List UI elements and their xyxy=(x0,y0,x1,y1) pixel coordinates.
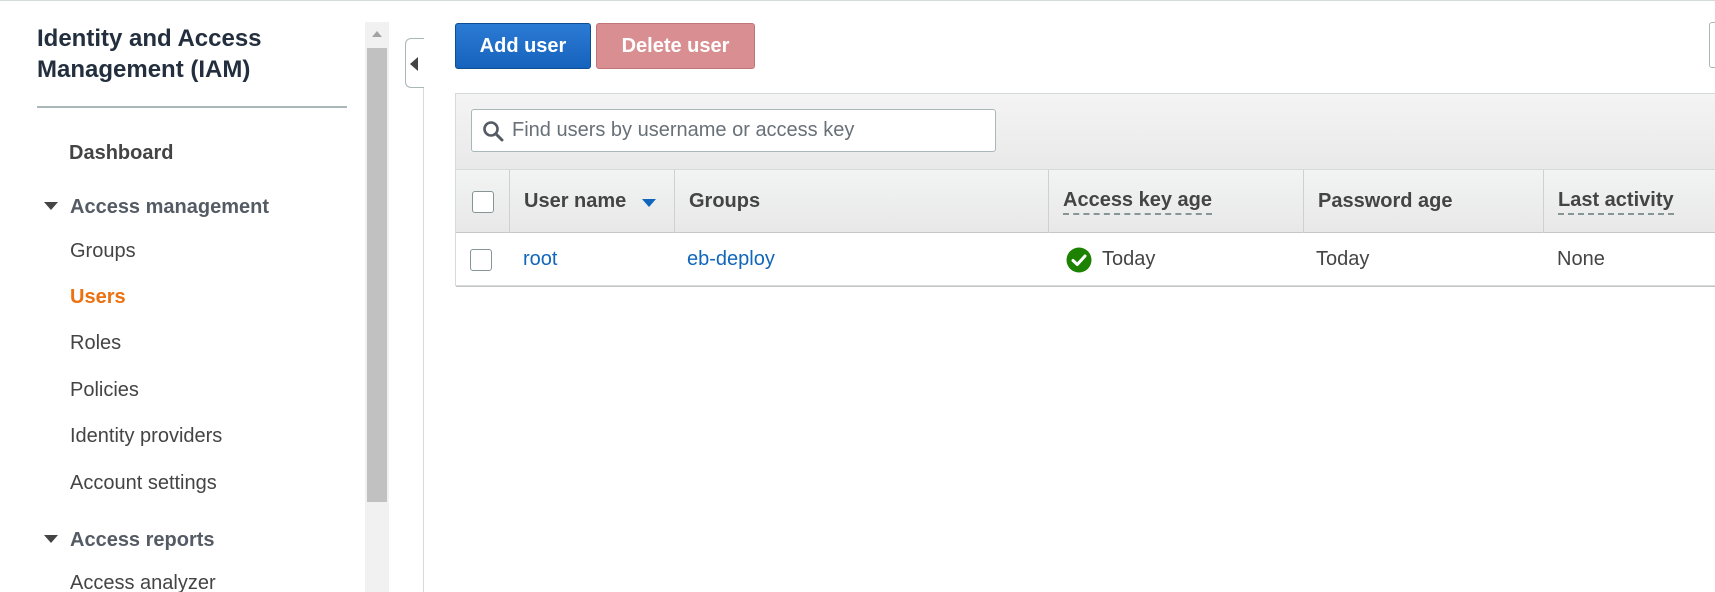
user-name-link[interactable]: root xyxy=(523,248,557,271)
search-icon xyxy=(483,120,504,141)
scroll-up-arrow-icon[interactable] xyxy=(365,22,389,46)
section-label: Access reports xyxy=(70,529,215,551)
service-title: Identity and Access Management (IAM) xyxy=(37,25,262,83)
column-label: Password age xyxy=(1318,190,1453,212)
sidebar-item-access-analyzer[interactable]: Access analyzer xyxy=(70,572,216,592)
access-key-age-value: Today xyxy=(1102,248,1156,270)
last-activity-cell: None xyxy=(1557,233,1605,286)
table-header: User name Groups Access key age Password… xyxy=(456,169,1715,233)
groups-cell: eb-deploy xyxy=(687,233,775,286)
sort-descending-icon xyxy=(642,198,657,207)
sidebar-item-groups[interactable]: Groups xyxy=(70,240,136,263)
column-header-password-age[interactable]: Password age xyxy=(1303,170,1543,233)
sidebar-section-access-management[interactable]: Access management xyxy=(44,196,269,219)
sidebar-item-dashboard[interactable]: Dashboard xyxy=(69,142,173,165)
select-all-checkbox[interactable] xyxy=(471,190,494,213)
section-label: Access management xyxy=(70,196,269,218)
delete-user-button[interactable]: Delete user xyxy=(596,23,755,69)
sidebar-item-users[interactable]: Users xyxy=(70,286,126,309)
column-label: Groups xyxy=(689,190,761,212)
check-circle-icon xyxy=(1066,247,1092,272)
last-activity-value: None xyxy=(1557,248,1605,270)
search-input[interactable] xyxy=(512,119,982,142)
search-box[interactable] xyxy=(471,109,996,152)
scrollbar-thumb[interactable] xyxy=(367,48,387,502)
search-bar xyxy=(456,94,1715,169)
row-checkbox[interactable] xyxy=(470,248,492,271)
content-left-border xyxy=(423,38,424,592)
column-label: Last activity xyxy=(1558,189,1674,215)
caret-down-icon xyxy=(44,534,58,543)
table-row[interactable]: root eb-deploy Today Today None xyxy=(456,233,1715,287)
sidebar-item-roles[interactable]: Roles xyxy=(70,332,121,355)
sidebar-section-access-reports[interactable]: Access reports xyxy=(44,529,215,552)
access-key-age-cell: Today xyxy=(1066,233,1155,286)
sidebar-scrollbar[interactable] xyxy=(365,22,389,592)
row-select-cell xyxy=(470,233,492,286)
user-name-cell: root xyxy=(523,233,557,286)
add-user-button[interactable]: Add user xyxy=(455,23,591,69)
users-table-panel: User name Groups Access key age Password… xyxy=(455,93,1715,287)
column-label: User name xyxy=(524,190,627,212)
sidebar-item-account-settings[interactable]: Account settings xyxy=(70,472,217,495)
column-header-last-activity[interactable]: Last activity xyxy=(1543,170,1715,233)
sidebar-item-policies[interactable]: Policies xyxy=(70,379,139,402)
sidebar-item-identity-providers[interactable]: Identity providers xyxy=(70,425,222,448)
collapse-sidebar-button[interactable] xyxy=(405,38,424,88)
group-link[interactable]: eb-deploy xyxy=(687,248,775,271)
select-all-cell xyxy=(456,170,509,233)
sidebar: Identity and Access Management (IAM) Das… xyxy=(0,0,364,592)
column-header-access-key-age[interactable]: Access key age xyxy=(1048,170,1303,233)
column-header-groups[interactable]: Groups xyxy=(674,170,1048,233)
column-header-user-name[interactable]: User name xyxy=(509,170,674,233)
sidebar-divider xyxy=(37,106,347,108)
caret-down-icon xyxy=(44,201,58,210)
toolbar-right-button[interactable] xyxy=(1709,22,1715,68)
password-age-cell: Today xyxy=(1316,233,1369,286)
password-age-value: Today xyxy=(1316,248,1370,270)
column-label: Access key age xyxy=(1063,189,1213,215)
